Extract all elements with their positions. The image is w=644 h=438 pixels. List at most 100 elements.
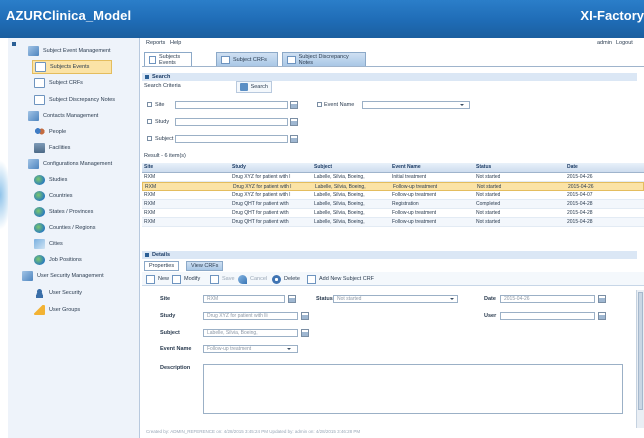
tab-subject-crfs[interactable]: Subject CRFs: [216, 52, 278, 66]
study-search-input[interactable]: [175, 118, 288, 126]
details-section-header[interactable]: Details: [142, 251, 637, 259]
cell-date: 2015-04-26: [568, 184, 594, 190]
details-scrollbar[interactable]: [636, 290, 644, 428]
tab-view-crfs[interactable]: View CRFs: [186, 261, 224, 271]
detail-site-label: Site: [160, 296, 171, 302]
sidebar-item-label: States / Provinces: [49, 209, 94, 215]
folder-group-icon: [28, 111, 39, 121]
detail-subject-input[interactable]: Labelle, Silvia, Boeing,: [203, 329, 298, 337]
search-button[interactable]: Search: [236, 81, 272, 93]
modify-button-label: Modify: [184, 276, 201, 282]
study-checkbox[interactable]: [147, 119, 152, 124]
cancel-button[interactable]: Cancel: [238, 274, 267, 284]
column-header-status[interactable]: Status: [476, 164, 491, 170]
detail-user-input[interactable]: [500, 312, 595, 320]
event-name-checkbox[interactable]: [317, 102, 322, 107]
study-label: Study: [155, 119, 170, 125]
tab-label: Properties: [149, 263, 175, 269]
table-row[interactable]: RXM Drug QHT for patient with Labelle, S…: [142, 218, 644, 227]
cell-subject: Labelle, Silvia, Boeing,: [314, 174, 365, 180]
cell-status: Not started: [476, 210, 501, 216]
column-header-date[interactable]: Date: [567, 164, 578, 170]
sidebar-item-label: Contacts Management: [43, 113, 99, 119]
logout-link[interactable]: Logout: [616, 40, 633, 46]
globe-icon: [34, 207, 45, 217]
sidebar-item-subject-crfs[interactable]: Subject CRFs: [32, 76, 136, 90]
sidebar-item-facilities[interactable]: Facilities: [32, 141, 136, 155]
table-row[interactable]: RXM Drug XYZ for patient with l Labelle,…: [142, 191, 644, 200]
table-row[interactable]: RXM Drug QHT for patient with Labelle, S…: [142, 200, 644, 209]
sidebar-item-states-provinces[interactable]: States / Provinces: [32, 205, 136, 219]
search-section-header[interactable]: Search: [142, 73, 637, 81]
user-picker-icon[interactable]: [598, 312, 606, 320]
table-row[interactable]: RXM Drug XYZ for patient with l Labelle,…: [142, 173, 644, 182]
detail-status-select[interactable]: Not started: [333, 295, 458, 303]
delete-button[interactable]: Delete: [272, 274, 300, 284]
sidebar-collapse-icon[interactable]: [12, 42, 16, 46]
subject-picker-icon[interactable]: [301, 329, 309, 337]
column-header-subject[interactable]: Subject: [314, 164, 332, 170]
site-picker-icon[interactable]: [288, 295, 296, 303]
sidebar-item-contacts-management[interactable]: Contacts Management: [26, 109, 138, 123]
sidebar-item-label: User Groups: [49, 307, 81, 313]
detail-date-input[interactable]: 2015-04-26: [500, 295, 595, 303]
sidebar-item-user-security[interactable]: User Security: [32, 286, 136, 300]
search-icon: [240, 83, 248, 91]
sidebar-item-subject-discrepancy-notes[interactable]: Subject Discrepancy Notes: [32, 93, 138, 107]
menu-reports[interactable]: Reports: [146, 40, 165, 46]
sidebar-item-user-groups[interactable]: User Groups: [32, 303, 136, 317]
study-picker-icon[interactable]: [290, 118, 298, 126]
sidebar-item-label: People: [49, 129, 67, 135]
add-subject-crf-button[interactable]: Add New Subject CRF: [307, 274, 374, 284]
search-criteria-tab[interactable]: Search Criteria: [144, 83, 181, 89]
detail-site-input[interactable]: RXM: [203, 295, 285, 303]
sidebar-item-subjects-events[interactable]: Subjects Events: [32, 60, 112, 74]
sidebar-item-configurations-management[interactable]: Configurations Management: [26, 157, 138, 171]
sidebar-item-job-positions[interactable]: Job Positions: [32, 253, 136, 267]
sidebar-item-people[interactable]: People: [32, 125, 136, 139]
edit-icon: [172, 274, 181, 284]
table-row[interactable]: RXM Drug QHT for patient with Labelle, S…: [142, 209, 644, 218]
tab-subjects-events[interactable]: Subjects Events: [144, 52, 192, 66]
sidebar-item-label: Configurations Management: [43, 161, 113, 167]
scrollbar-thumb[interactable]: [638, 292, 643, 410]
tab-properties[interactable]: Properties: [144, 261, 180, 271]
site-search-input[interactable]: [175, 101, 288, 109]
sidebar-item-counties-regions[interactable]: Counties / Regions: [32, 221, 136, 235]
menubar: Reports Help admin Logout: [142, 38, 644, 48]
new-button[interactable]: New: [146, 274, 169, 284]
table-row-selected[interactable]: RXM Drug XYZ for patient with l Labelle,…: [142, 182, 644, 191]
subject-search-input[interactable]: [175, 135, 288, 143]
sidebar-item-subject-event-management[interactable]: Subject Event Management: [26, 44, 138, 58]
sidebar-item-label: Job Positions: [49, 257, 82, 263]
cell-subject: Labelle, Silvia, Boeing,: [314, 219, 365, 225]
sidebar-item-cities[interactable]: Cities: [32, 237, 136, 251]
detail-event-name-select[interactable]: Follow-up treatment: [203, 345, 298, 353]
site-checkbox[interactable]: [147, 102, 152, 107]
sidebar-item-studies[interactable]: Studies: [32, 173, 136, 187]
column-header-site[interactable]: Site: [144, 164, 153, 170]
cell-status: Completed: [476, 201, 501, 207]
sidebar-item-user-security-management[interactable]: User Security Management: [20, 269, 138, 283]
column-header-event-name[interactable]: Event Name: [392, 164, 421, 170]
event-name-search-select[interactable]: [362, 101, 470, 109]
cell-event-name: Follow-up treatment: [392, 192, 437, 198]
tab-subject-discrepancy-notes[interactable]: Subject Discrepancy Notes: [282, 52, 366, 66]
sidebar-item-countries[interactable]: Countries: [32, 189, 136, 203]
globe-icon: [34, 191, 45, 201]
folder-group-icon: [28, 159, 39, 169]
site-picker-icon[interactable]: [290, 101, 298, 109]
modify-button[interactable]: Modify: [172, 274, 200, 284]
sidebar-item-label: Facilities: [49, 145, 71, 151]
new-button-label: New: [158, 276, 170, 282]
save-button[interactable]: Save: [210, 274, 235, 284]
column-header-study[interactable]: Study: [232, 164, 246, 170]
subject-picker-icon[interactable]: [290, 135, 298, 143]
detail-study-input[interactable]: Drug XYZ for patient with lli: [203, 312, 298, 320]
calendar-icon[interactable]: [598, 295, 606, 303]
menu-help[interactable]: Help: [170, 40, 181, 46]
description-textarea[interactable]: [203, 364, 623, 414]
globe-icon: [34, 223, 45, 233]
study-picker-icon[interactable]: [301, 312, 309, 320]
subject-checkbox[interactable]: [147, 136, 152, 141]
